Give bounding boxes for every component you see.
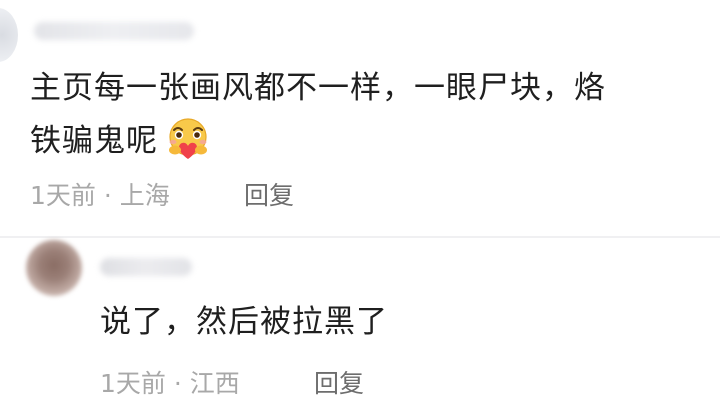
username-blurred[interactable] xyxy=(34,22,194,40)
comment-text-line: 铁骗鬼呢 xyxy=(30,115,710,168)
comment-time-location: 1天前 · 上海 xyxy=(30,181,170,210)
comment-text: 主页每一张画风都不一样，一眼尸块，烙 铁骗鬼呢 xyxy=(30,62,710,168)
reply-text: 说了，然后被拉黑了 xyxy=(100,304,388,340)
heart-hug-emoji-icon xyxy=(164,117,212,161)
comment-thread: 主页每一张画风都不一样，一眼尸块，烙 铁骗鬼呢 1天前 · 上海 回复 说了，然… xyxy=(0,0,720,405)
divider xyxy=(0,236,720,238)
avatar[interactable] xyxy=(0,8,18,62)
comment-text-line: 主页每一张画风都不一样，一眼尸块，烙 xyxy=(30,70,606,106)
reply-time-location: 1天前 · 江西 xyxy=(100,369,240,398)
reply-button[interactable]: 回复 xyxy=(244,176,294,212)
username-blurred[interactable] xyxy=(100,258,192,276)
reply-button[interactable]: 回复 xyxy=(314,364,364,400)
comment-text-fragment: 铁骗鬼呢 xyxy=(30,123,158,159)
avatar[interactable] xyxy=(26,240,82,296)
